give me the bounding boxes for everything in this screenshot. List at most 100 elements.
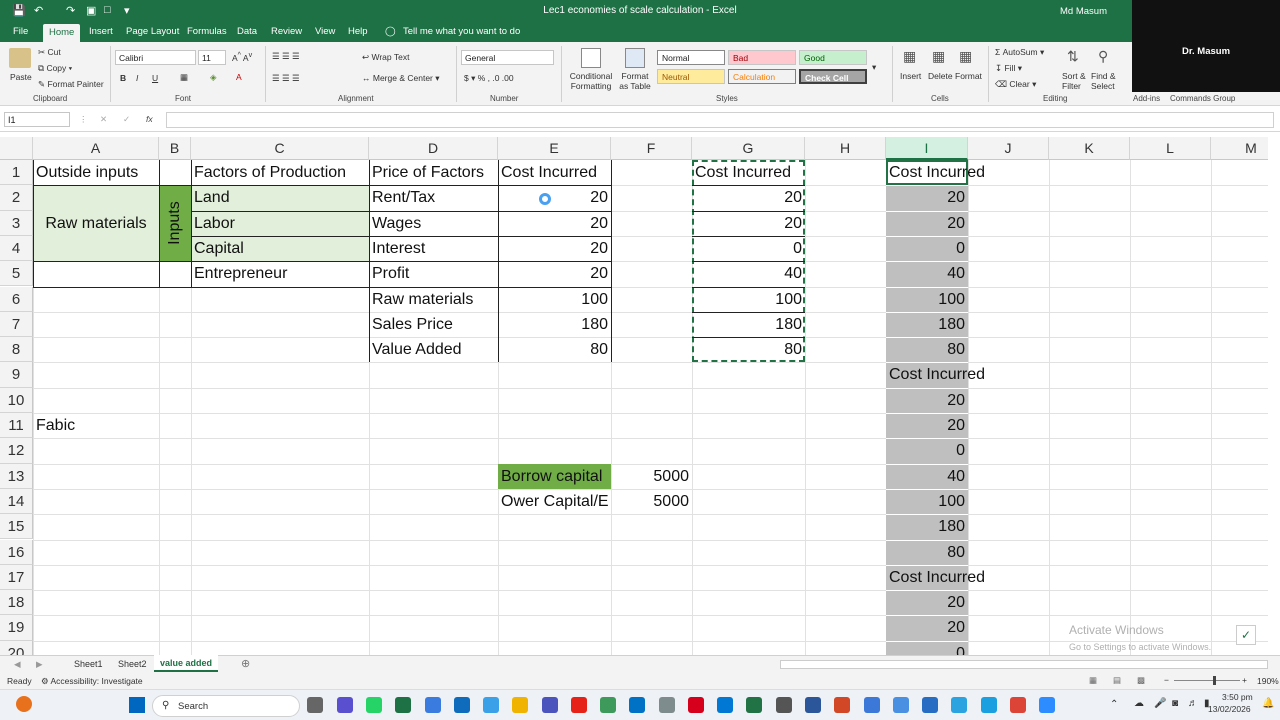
row-header-19[interactable]: 19 [0,615,33,641]
cell-c5[interactable]: Entrepreneur [191,261,369,286]
font-size-select[interactable]: 11 [198,50,226,65]
tab-review[interactable]: Review [271,26,302,37]
task-view-icon[interactable] [307,697,323,713]
r-icon[interactable] [922,697,938,713]
cell-g6[interactable]: 100 [692,287,805,312]
copilot-icon[interactable] [425,697,441,713]
wrap-text-button[interactable]: ↩ Wrap Text [362,52,409,63]
style-check-cell[interactable]: Check Cell [799,69,867,84]
app-icon-7[interactable] [893,697,909,713]
row-header-20[interactable]: 20 [0,640,33,655]
format-cells-icon[interactable]: ▦ [959,48,972,65]
style-normal[interactable]: Normal [657,50,725,65]
tab-home[interactable]: Home [43,24,81,42]
italic-button[interactable]: I [136,73,138,83]
cell-i5[interactable]: 40 [886,261,968,286]
column-header-h[interactable]: H [805,137,886,160]
cell-a1[interactable]: Outside inputs [33,160,159,185]
cell-e2[interactable]: 20 [498,185,611,210]
app-icon-4[interactable] [746,697,762,713]
tab-formulas[interactable]: Formulas [187,26,227,37]
currency-icon[interactable]: $ ▾ % , .0 .00 [464,73,514,84]
delete-cells-icon[interactable]: ▦ [932,48,945,65]
whatsapp-icon[interactable] [366,697,382,713]
cell-g8[interactable]: 80 [692,337,805,362]
check-icon[interactable]: ✓ [1236,625,1256,645]
cell-i8[interactable]: 80 [886,337,968,362]
cell-i7[interactable]: 180 [886,312,968,337]
column-header-l[interactable]: L [1130,137,1211,160]
cell-g1[interactable]: Cost Incurred [692,160,805,185]
cell-i16[interactable]: 80 [886,540,968,565]
windows-start-icon[interactable] [129,697,145,713]
cell-i9[interactable]: Cost Incurred [886,362,1026,387]
zoom-slider[interactable] [1174,680,1240,681]
cell-g2[interactable]: 20 [692,185,805,210]
merge-center-button[interactable]: ↔ Merge & Center ▾ [362,73,440,84]
zoom-in-icon[interactable]: + [1242,675,1247,685]
cell-i14[interactable]: 100 [886,489,968,514]
font-grow-icon[interactable]: A^ Av [232,51,252,63]
fill-color-icon[interactable]: ◈ [210,72,217,83]
column-header-f[interactable]: F [611,137,692,160]
row-header-14[interactable]: 14 [0,488,33,515]
align-left-icon[interactable]: ☰ ☰ ☰ [272,73,300,84]
cell-g3[interactable]: 20 [692,211,805,236]
row-header-9[interactable]: 9 [0,362,33,388]
font-color-icon[interactable]: A [236,72,242,82]
sheet-tab-value-added[interactable]: value added [154,655,218,672]
onedrive-icon[interactable]: ☁ [1134,698,1144,709]
column-header-d[interactable]: D [369,137,498,160]
mic-icon[interactable]: 🎤 [1154,698,1166,709]
wifi-icon[interactable]: ◙ [1172,698,1178,709]
app-icon-5[interactable] [776,697,792,713]
tab-page-layout[interactable]: Page Layout [126,26,179,37]
cell-e6[interactable]: 100 [498,287,611,312]
calculator-icon[interactable] [659,697,675,713]
format-cells-button[interactable]: Format [955,71,982,81]
notification-icon[interactable] [16,696,32,712]
telegram-icon[interactable] [951,697,967,713]
tab-help[interactable]: Help [348,26,368,37]
confirm-entry-icon[interactable]: ✓ [123,114,130,125]
app-icon-8[interactable] [981,697,997,713]
cell-e1[interactable]: Cost Incurred [498,160,611,185]
sort-filter-button[interactable]: Sort & Filter [1062,71,1090,91]
normal-view-icon[interactable]: ▦ [1089,675,1097,686]
scroll-left-icon[interactable]: ◀ [14,659,21,670]
row-header-5[interactable]: 5 [0,261,33,287]
horizontal-scrollbar[interactable] [780,660,1268,669]
insert-cells-icon[interactable]: ▦ [903,48,916,65]
borders-icon[interactable]: ▦ [180,72,188,83]
zoom-icon[interactable] [1039,697,1055,713]
format-painter-button[interactable]: ✎ Format Painter [38,79,104,90]
column-header-a[interactable]: A [33,137,159,160]
style-good[interactable]: Good [799,50,867,65]
cell-g5[interactable]: 40 [692,261,805,286]
tell-me-search[interactable]: Tell me what you want to do [403,26,520,37]
column-header-i[interactable]: I [886,137,968,160]
cell-d3[interactable]: Wages [369,211,498,236]
tray-chevron-icon[interactable]: ⌃ [1110,699,1118,710]
cell-c4[interactable]: Capital [191,236,369,261]
clock-date[interactable]: 13/02/2026 [1208,704,1251,714]
page-break-view-icon[interactable]: ▩ [1137,675,1145,686]
add-ins-label[interactable]: Add-ins [1133,94,1160,103]
formula-input[interactable] [166,112,1274,128]
cell-i3[interactable]: 20 [886,211,968,236]
cell-i13[interactable]: 40 [886,464,968,489]
cell-e7[interactable]: 180 [498,312,611,337]
name-box[interactable]: I1 [4,112,70,127]
row-header-8[interactable]: 8 [0,337,33,363]
row-header-1[interactable]: 1 [0,160,33,186]
bold-button[interactable]: B [120,73,126,83]
cell-g7[interactable]: 180 [692,312,805,337]
cell-i20[interactable]: 0 [886,641,968,655]
row-header-7[interactable]: 7 [0,311,33,338]
zoom-app-icon[interactable] [542,697,558,713]
cell-i6[interactable]: 100 [886,287,968,312]
cell-i15[interactable]: 180 [886,514,968,539]
cell-i18[interactable]: 20 [886,590,968,615]
cell-d1[interactable]: Price of Factors [369,160,498,185]
app-icon-1[interactable] [600,697,616,713]
